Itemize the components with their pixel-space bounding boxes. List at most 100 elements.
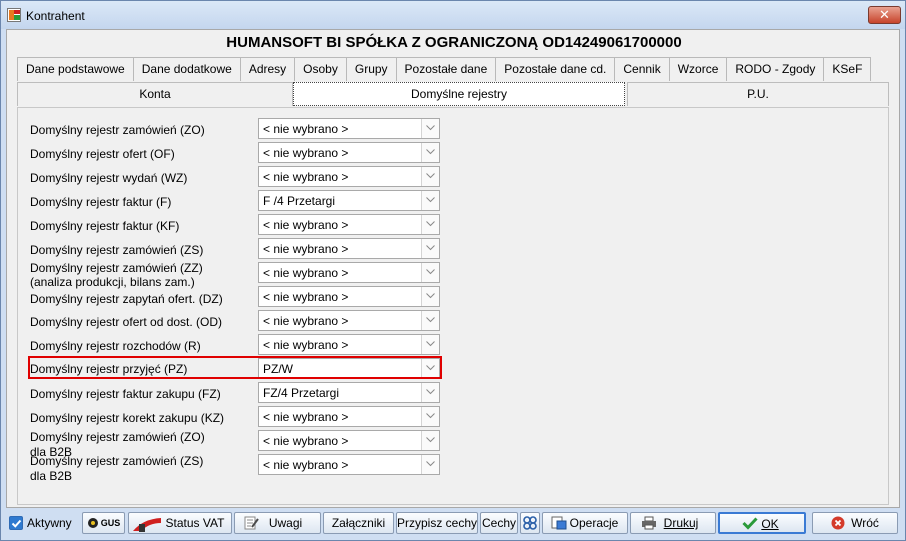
main-tabs: Dane podstawowe Dane dodatkowe Adresy Os… (17, 57, 872, 82)
gus-button[interactable]: GUS (82, 512, 125, 534)
status-vat-label: Status VAT (165, 516, 225, 530)
subtab-konta[interactable]: Konta (17, 82, 293, 106)
close-button[interactable]: ✕ (868, 6, 901, 24)
tab-cennik[interactable]: Cennik (614, 57, 670, 81)
chevron-down-icon[interactable] (421, 407, 439, 426)
combo-of[interactable]: < nie wybrano > (258, 142, 440, 163)
combo-kz[interactable]: < nie wybrano > (258, 406, 440, 427)
combo-dz[interactable]: < nie wybrano > (258, 286, 440, 307)
tab-osoby[interactable]: Osoby (294, 57, 347, 81)
tab-grupy[interactable]: Grupy (345, 57, 397, 81)
tab-rodo-zgody[interactable]: RODO - Zgody (726, 57, 825, 81)
combo-value: < nie wybrano > (263, 410, 349, 424)
combo-value: < nie wybrano > (263, 314, 349, 328)
chevron-down-icon[interactable] (421, 311, 439, 330)
combo-value: < nie wybrano > (263, 290, 349, 304)
combo-zs[interactable]: < nie wybrano > (258, 238, 440, 259)
sub-tabs: Konta Domyślne rejestry P.U. (17, 82, 889, 106)
przypisz-cechy-button[interactable]: Przypisz cechy (396, 512, 478, 534)
drukuj-button[interactable]: Drukuj (630, 512, 716, 534)
title-bar: Kontrahent ✕ (1, 1, 905, 29)
operacje-label: Operacje (569, 516, 619, 530)
row-label-kf: Domyślny rejestr faktur (KF) (30, 219, 180, 233)
combo-fz[interactable]: FZ/4 Przetargi (258, 382, 440, 403)
wroc-button[interactable]: Wróć (812, 512, 898, 534)
combo-od[interactable]: < nie wybrano > (258, 310, 440, 331)
client-area: HUMANSOFT BI SPÓŁKA Z OGRANICZONĄ OD1424… (6, 29, 900, 508)
checkmark-icon (11, 519, 22, 528)
chevron-down-icon[interactable] (421, 383, 439, 402)
combo-value: < nie wybrano > (263, 242, 349, 256)
chevron-down-icon[interactable] (421, 287, 439, 306)
chevron-down-icon[interactable] (421, 239, 439, 258)
combo-kf[interactable]: < nie wybrano > (258, 214, 440, 235)
subtab-domyslne-rejestry[interactable]: Domyślne rejestry (293, 82, 625, 106)
status-vat-button[interactable]: Status VAT (128, 512, 232, 534)
combo-zo[interactable]: < nie wybrano > (258, 118, 440, 139)
registers-panel: Domyślny rejestr zamówień (ZO) < nie wyb… (17, 107, 889, 505)
operacje-button[interactable]: Operacje (542, 512, 628, 534)
tab-dane-dodatkowe[interactable]: Dane dodatkowe (132, 57, 241, 81)
combo-r[interactable]: < nie wybrano > (258, 334, 440, 355)
tab-wzorce[interactable]: Wzorce (668, 57, 728, 81)
combo-zz[interactable]: < nie wybrano > (258, 262, 440, 283)
window-title: Kontrahent (26, 9, 85, 23)
row-label-zs-b2b-sub: dla B2B (30, 469, 73, 483)
drukuj-label: Drukuj (663, 516, 699, 530)
gus-label: GUS (100, 518, 121, 528)
tab-pozostale-dane[interactable]: Pozostałe dane (395, 57, 497, 81)
combo-value: < nie wybrano > (263, 266, 349, 280)
combo-value: < nie wybrano > (263, 458, 349, 472)
ok-button[interactable]: OK (718, 512, 806, 534)
combo-f[interactable]: F /4 Przetargi (258, 190, 440, 211)
combo-value: < nie wybrano > (263, 170, 349, 184)
company-name: HUMANSOFT BI SPÓŁKA Z OGRANICZONĄ OD1424… (226, 34, 682, 51)
network-button[interactable] (520, 512, 540, 534)
tab-ksef[interactable]: KSeF (823, 57, 872, 81)
cechy-button[interactable]: Cechy (480, 512, 518, 534)
cechy-label: Cechy (481, 516, 516, 530)
row-label-zs-b2b: Domyślny rejestr zamówień (ZS) (30, 454, 204, 468)
chevron-down-icon[interactable] (421, 167, 439, 186)
row-label-kz: Domyślny rejestr korekt zakupu (KZ) (30, 411, 225, 425)
row-label-f: Domyślny rejestr faktur (F) (30, 195, 172, 209)
row-label-zz: Domyślny rejestr zamówień (ZZ) (30, 261, 203, 275)
bottom-bar: Aktywny GUS Status VAT Uwagi Załączniki … (6, 511, 902, 537)
chevron-down-icon[interactable] (421, 431, 439, 450)
combo-wz[interactable]: < nie wybrano > (258, 166, 440, 187)
subtab-pu[interactable]: P.U. (627, 82, 889, 106)
ok-label: OK (761, 517, 779, 531)
chevron-down-icon[interactable] (421, 143, 439, 162)
uwagi-button[interactable]: Uwagi (234, 512, 321, 534)
row-label-fz: Domyślny rejestr faktur zakupu (FZ) (30, 387, 221, 401)
tab-adresy[interactable]: Adresy (239, 57, 296, 81)
highlight-box (28, 356, 442, 379)
tab-pozostale-dane-cd[interactable]: Pozostałe dane cd. (495, 57, 616, 81)
chevron-down-icon[interactable] (421, 455, 439, 474)
active-checkbox[interactable] (9, 516, 23, 530)
app-icon (7, 8, 21, 22)
tab-dane-podstawowe[interactable]: Dane podstawowe (17, 57, 134, 81)
combo-value: < nie wybrano > (263, 338, 349, 352)
uwagi-label: Uwagi (268, 516, 303, 530)
network-icon (523, 516, 537, 530)
chevron-down-icon[interactable] (421, 119, 439, 138)
row-label-wz: Domyślny rejestr wydań (WZ) (30, 171, 188, 185)
zalaczniki-button[interactable]: Załączniki (323, 512, 394, 534)
row-label-zo-b2b: Domyślny rejestr zamówień (ZO) (30, 430, 205, 444)
kontrahent-window: Kontrahent ✕ HUMANSOFT BI SPÓŁKA Z OGRAN… (0, 0, 906, 541)
combo-zo-b2b[interactable]: < nie wybrano > (258, 430, 440, 451)
row-label-zs: Domyślny rejestr zamówień (ZS) (30, 243, 204, 257)
combo-zs-b2b[interactable]: < nie wybrano > (258, 454, 440, 475)
row-label-dz: Domyślny rejestr zapytań ofert. (DZ) (30, 292, 223, 306)
zalaczniki-label: Załączniki (331, 516, 386, 530)
wroc-label: Wróć (851, 516, 879, 530)
chevron-down-icon[interactable] (421, 191, 439, 210)
combo-value: < nie wybrano > (263, 146, 349, 160)
combo-value: F /4 Przetargi (263, 194, 336, 208)
combo-value: < nie wybrano > (263, 218, 349, 232)
chevron-down-icon[interactable] (421, 215, 439, 234)
chevron-down-icon[interactable] (421, 335, 439, 354)
row-label-od: Domyślny rejestr ofert od dost. (OD) (30, 315, 223, 329)
chevron-down-icon[interactable] (421, 263, 439, 282)
